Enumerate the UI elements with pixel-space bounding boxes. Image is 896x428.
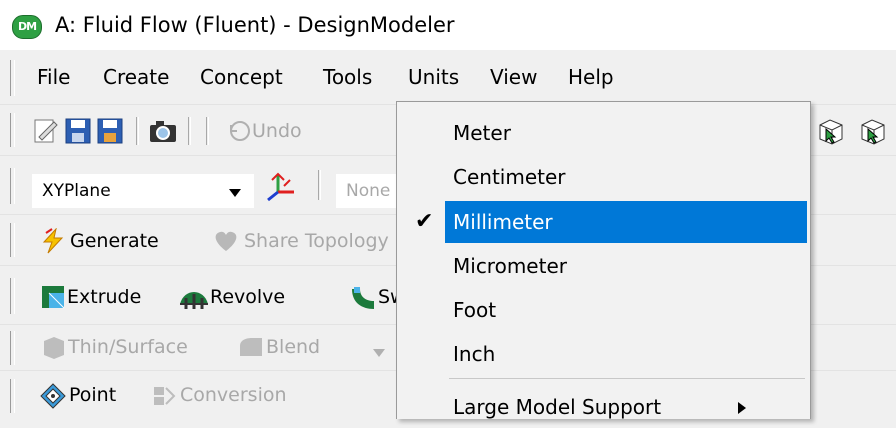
units-option-centimeter[interactable]: Centimeter [397,156,810,198]
units-option-large-model-support[interactable]: Large Model Support [397,386,810,428]
generate-button[interactable]: Generate [70,229,159,253]
toolbar-grip[interactable] [10,331,15,365]
save-as-icon[interactable] [96,117,124,149]
share-topology-button[interactable]: Share Topology [244,229,396,253]
conversion-icon [152,384,180,412]
units-option-label: Micrometer [453,254,567,278]
undo-icon[interactable] [228,119,252,147]
toolbar-separator [188,117,191,145]
chevron-down-icon[interactable] [372,343,386,362]
units-option-inch[interactable]: Inch [397,333,810,375]
select-face-icon[interactable] [858,117,888,149]
menu-concept[interactable]: Concept [200,64,283,90]
blend-icon [238,336,264,362]
title-bar: DM A: Fluid Flow (Fluent) - DesignModele… [0,0,896,50]
conversion-button[interactable]: Conversion [180,383,287,407]
units-dropdown-menu: Meter Centimeter ✔ Millimeter Micrometer… [396,101,811,419]
chevron-down-icon[interactable] [228,184,242,203]
extrude-button[interactable]: Extrude [67,285,141,309]
point-icon [40,383,66,413]
generate-lightning-icon [40,227,66,258]
menu-help[interactable]: Help [568,64,614,90]
toolbar-grip[interactable] [10,168,15,204]
new-plane-axis-icon[interactable] [264,170,296,208]
menu-bar: File Create Concept Tools Units View Hel… [0,50,896,150]
submenu-arrow-icon [737,400,747,419]
share-topology-icon [212,230,240,256]
menubar-grip[interactable] [10,60,15,96]
undo-button[interactable]: Undo [252,119,396,143]
units-option-label: Foot [453,298,497,322]
menu-tools[interactable]: Tools [323,64,372,90]
units-option-label: Millimeter [453,210,553,234]
toolbar-grip[interactable] [10,113,15,147]
toolbar-separator [206,117,209,145]
toolbar-separator [318,170,321,200]
save-icon[interactable] [64,117,92,149]
menu-separator [449,378,805,379]
thin-surface-icon [40,335,66,363]
revolve-icon [178,284,210,314]
menu-units[interactable]: Units [408,64,459,90]
blend-button[interactable]: Blend [266,335,320,359]
menu-create[interactable]: Create [103,64,169,90]
toolbar-grip[interactable] [10,223,15,257]
point-button[interactable]: Point [69,383,116,407]
units-option-millimeter[interactable]: Millimeter [445,201,807,243]
toolbar-grip[interactable] [10,278,15,314]
toolbar-separator [136,117,139,145]
window-title: A: Fluid Flow (Fluent) - DesignModeler [55,13,455,37]
units-option-micrometer[interactable]: Micrometer [397,245,810,287]
sweep-button[interactable]: Sweep [378,285,396,309]
designmodeler-app-icon: DM [12,15,42,39]
units-option-label: Meter [453,121,511,145]
menu-file[interactable]: File [37,64,70,90]
plane-select-value: XYPlane [42,181,111,201]
units-option-meter[interactable]: Meter [397,112,810,154]
units-option-foot[interactable]: Foot [397,289,810,331]
units-option-label: Centimeter [453,165,566,189]
sketch-select[interactable]: None [336,174,396,208]
revolve-button[interactable]: Revolve [210,285,285,309]
sketch-select-value: None [346,181,391,201]
checkmark-icon: ✔ [415,209,434,234]
extrude-icon [40,284,66,314]
units-option-label: Inch [453,342,496,366]
thin-surface-button[interactable]: Thin/Surface [68,335,188,359]
select-body-icon[interactable] [816,117,846,149]
units-submenu-label: Large Model Support [453,395,662,419]
new-icon[interactable] [30,117,60,149]
camera-icon[interactable] [148,117,178,149]
sweep-icon [348,283,378,315]
menu-view[interactable]: View [490,64,537,90]
plane-select[interactable]: XYPlane [32,174,254,208]
toolbar-grip[interactable] [10,379,15,413]
